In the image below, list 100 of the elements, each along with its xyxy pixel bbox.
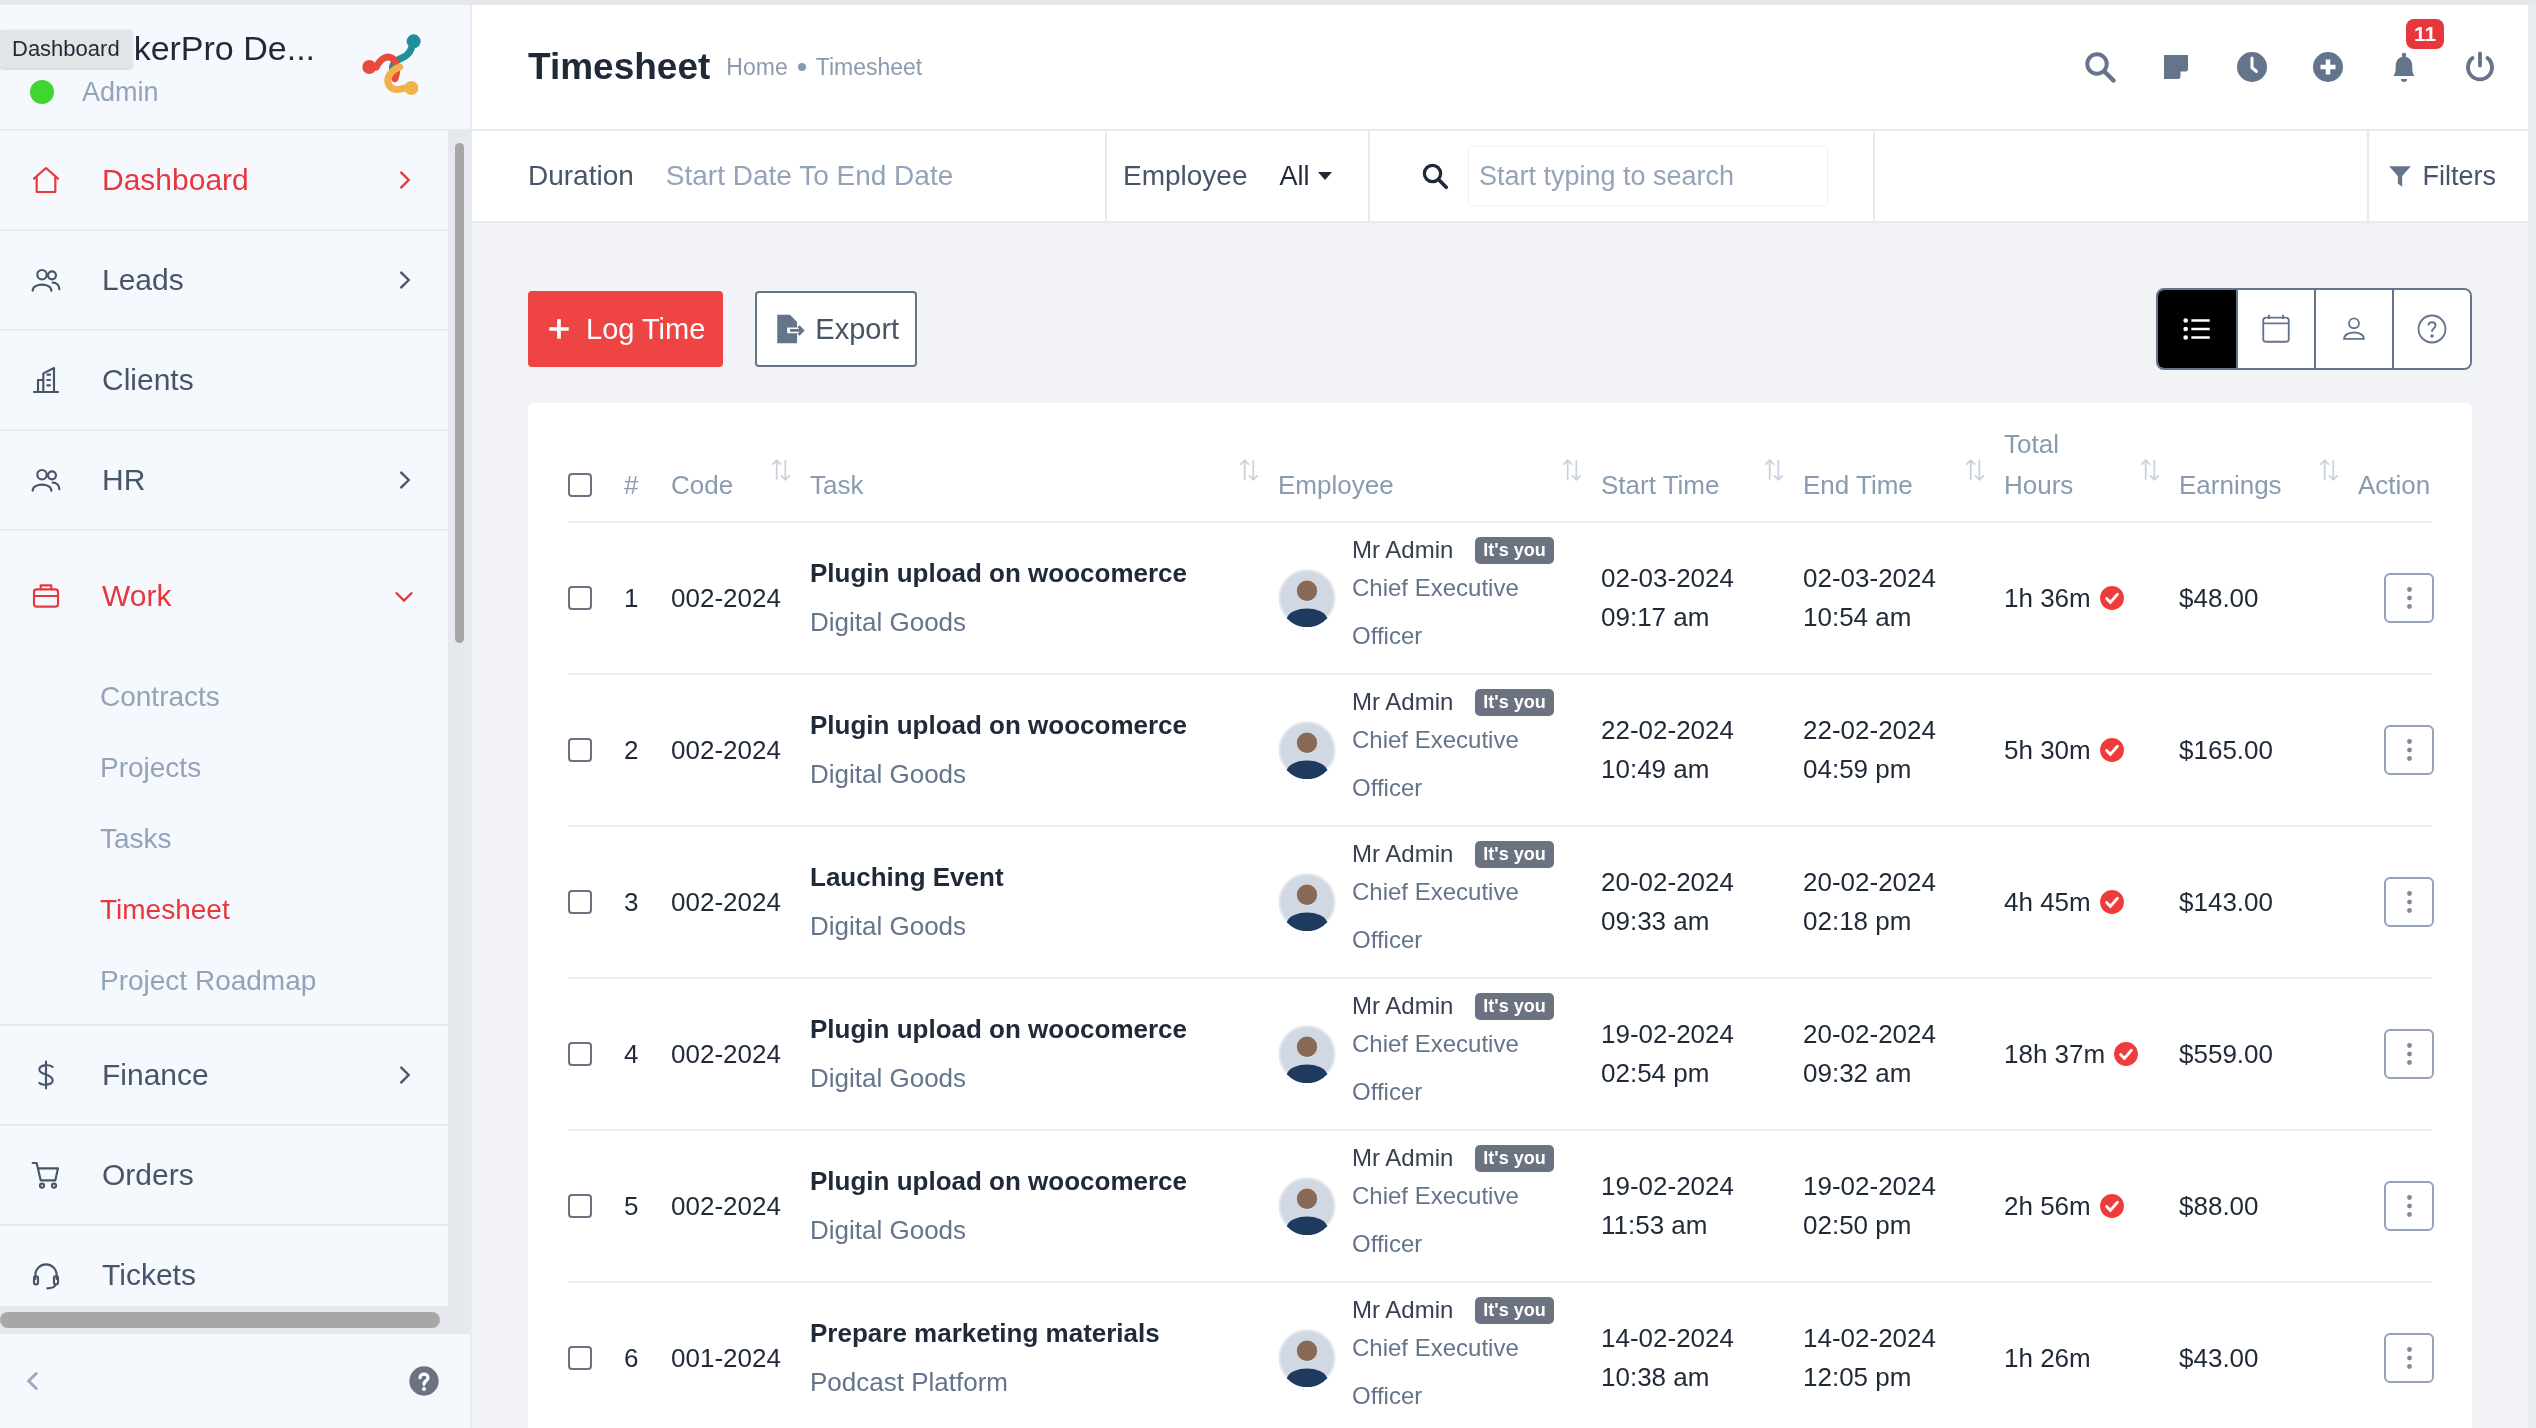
more-icon [2406,891,2412,913]
page-title: Timesheet [528,46,711,88]
action-menu-button[interactable] [2384,573,2434,623]
more-icon [2406,1195,2412,1217]
employee-designation: Chief Executive Officer [1352,1029,1520,1107]
more-icon [2406,587,2412,609]
help-button[interactable] [2392,290,2470,368]
column-header[interactable]: Total Hours [2004,423,2084,507]
start-time: 11:53 am [1601,1210,1709,1241]
table-cell-text: 6 [624,1342,640,1374]
column-header[interactable]: Task [810,465,864,507]
export-button[interactable]: Export [755,291,918,367]
submenu-item[interactable]: Tasks [0,803,448,874]
calendar-view-button[interactable] [2236,290,2314,368]
column-header[interactable]: Code [671,465,734,507]
log-time-button[interactable]: Log Time [528,291,724,367]
brand-title: kerPro De... [133,29,316,68]
end-time: 02:50 pm [1803,1210,1913,1241]
project-name: Digital Goods [810,1063,968,1094]
action-menu-button[interactable] [2384,725,2434,775]
row-checkbox[interactable] [568,1042,592,1066]
project-name: Digital Goods [810,759,968,790]
select-all-checkbox[interactable] [568,473,592,497]
search-icon[interactable] [2082,49,2118,85]
scrollbar[interactable] [454,143,464,643]
start-time: 02:54 pm [1601,1058,1711,1089]
task-title[interactable]: Plugin upload on woocomerce [810,710,1278,741]
tooltip: Dashboard [0,29,132,68]
search-icon [1420,161,1450,191]
total-hours: 5h 30m [2004,734,2091,766]
row-checkbox[interactable] [568,586,592,610]
start-date: 19-02-2024 [1601,1019,1735,1050]
filter-label: Duration [528,160,634,192]
employee-designation: Chief Executive Officer [1352,573,1520,651]
row-checkbox[interactable] [568,1194,592,1218]
home-icon [30,164,62,196]
scrollbar[interactable] [0,1312,440,1328]
project-name: Digital Goods [810,607,968,638]
help-icon[interactable] [408,1365,440,1397]
date-range-field[interactable]: Start Date To End Date [665,160,954,192]
project-name: Podcast Platform [810,1367,1009,1398]
column-header[interactable]: End Time [1803,465,1913,507]
end-time: 09:32 am [1803,1058,1913,1089]
breadcrumb-item: Timesheet [815,53,923,81]
end-time: 04:59 pm [1803,754,1913,785]
submenu-item[interactable]: Timesheet [0,874,448,945]
start-date: 22-02-2024 [1601,715,1735,746]
end-date: 14-02-2024 [1803,1323,1937,1354]
table-cell-text: 2 [624,734,640,766]
action-menu-button[interactable] [2384,1333,2434,1383]
row-checkbox[interactable] [568,890,592,914]
total-hours: 1h 36m [2004,582,2091,614]
user-view-button[interactable] [2314,290,2392,368]
filter-icon [2386,163,2413,189]
action-menu-button[interactable] [2384,1029,2434,1079]
search-field[interactable]: Start typing to search [1468,146,1828,206]
table-cell-text: 002-2024 [671,582,782,614]
building-icon [30,364,62,396]
submenu-item[interactable]: Contracts [0,661,448,732]
total-hours: 4h 45m [2004,886,2091,918]
table-cell-text: 002-2024 [671,734,782,766]
table-cell-text: 001-2024 [671,1342,782,1374]
task-title[interactable]: Prepare marketing materials [810,1318,1278,1349]
end-time: 10:54 am [1803,602,1913,633]
start-date: 14-02-2024 [1601,1323,1735,1354]
task-title[interactable]: Plugin upload on woocomerce [810,1014,1278,1045]
employee-name: Mr Admin [1352,992,1454,1020]
task-title[interactable]: Plugin upload on woocomerce [810,1166,1278,1197]
table-cell-text: 5 [624,1190,640,1222]
clock-icon[interactable] [2234,49,2270,85]
employee-name: Mr Admin [1352,688,1454,716]
earnings: $43.00 [2179,1342,2260,1374]
end-time: 02:18 pm [1803,906,1913,937]
column-header[interactable]: Earnings [2179,465,2282,507]
column-header[interactable]: Employee [1278,465,1394,507]
row-checkbox[interactable] [568,738,592,762]
employee-select[interactable]: All [1279,160,1332,192]
action-menu-button[interactable] [2384,1181,2434,1231]
table-cell-text: 002-2024 [671,1038,782,1070]
task-title[interactable]: Lauching Event [810,862,1278,893]
breadcrumb-item[interactable]: Home [726,53,788,81]
avatar [1278,569,1336,627]
earnings: $165.00 [2179,734,2274,766]
task-title[interactable]: Plugin upload on woocomerce [810,558,1278,589]
start-date: 19-02-2024 [1601,1171,1735,1202]
cart-icon [30,1159,62,1191]
table-cell-text: 002-2024 [671,1190,782,1222]
list-view-button[interactable] [2158,290,2236,368]
column-header[interactable]: Start Time [1601,465,1720,507]
sidebar-item[interactable]: Work [0,531,448,661]
row-checkbox[interactable] [568,1346,592,1370]
employee-designation: Chief Executive Officer [1352,877,1520,955]
submenu-item[interactable]: Projects [0,732,448,803]
action-menu-button[interactable] [2384,877,2434,927]
submenu-item[interactable]: Project Roadmap [0,945,448,1016]
end-date: 02-03-2024 [1803,563,1937,594]
add-icon[interactable] [2310,49,2346,85]
earnings: $143.00 [2179,886,2274,918]
its-you-badge: It's you [1475,992,1554,1020]
help-icon [2415,312,2449,346]
